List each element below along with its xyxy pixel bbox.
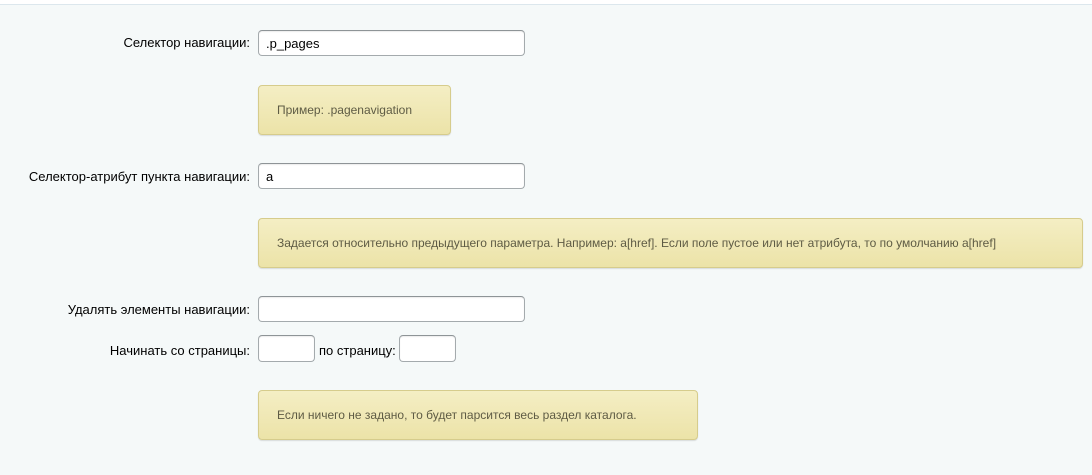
nav-selector-input[interactable] bbox=[258, 30, 525, 56]
nav-selector-label: Селектор навигации: bbox=[123, 35, 250, 50]
nav-selector-hint: Пример: .pagenavigation bbox=[258, 85, 451, 135]
page-range-hint: Если ничего не задано, то будет парсится… bbox=[258, 390, 698, 440]
nav-item-attr-hint-text: Задается относительно предыдущего параме… bbox=[277, 236, 997, 250]
end-page-input[interactable] bbox=[399, 335, 456, 362]
settings-panel: Селектор навигации: Пример: .pagenavigat… bbox=[0, 4, 1092, 475]
remove-nav-elements-label: Удалять элементы навигации: bbox=[67, 302, 250, 317]
nav-selector-hint-text: Пример: .pagenavigation bbox=[277, 103, 413, 117]
nav-item-attr-input[interactable] bbox=[258, 163, 525, 189]
page-range-hint-text: Если ничего не задано, то будет парсится… bbox=[277, 408, 637, 422]
start-page-label: Начинать со страницы: bbox=[109, 343, 250, 358]
end-page-label: по страницу: bbox=[319, 343, 396, 358]
nav-item-attr-hint: Задается относительно предыдущего параме… bbox=[258, 218, 1083, 268]
nav-item-attr-label: Селектор-атрибут пункта навигации: bbox=[28, 169, 250, 184]
remove-nav-elements-input[interactable] bbox=[258, 296, 525, 322]
start-page-input[interactable] bbox=[258, 335, 315, 362]
